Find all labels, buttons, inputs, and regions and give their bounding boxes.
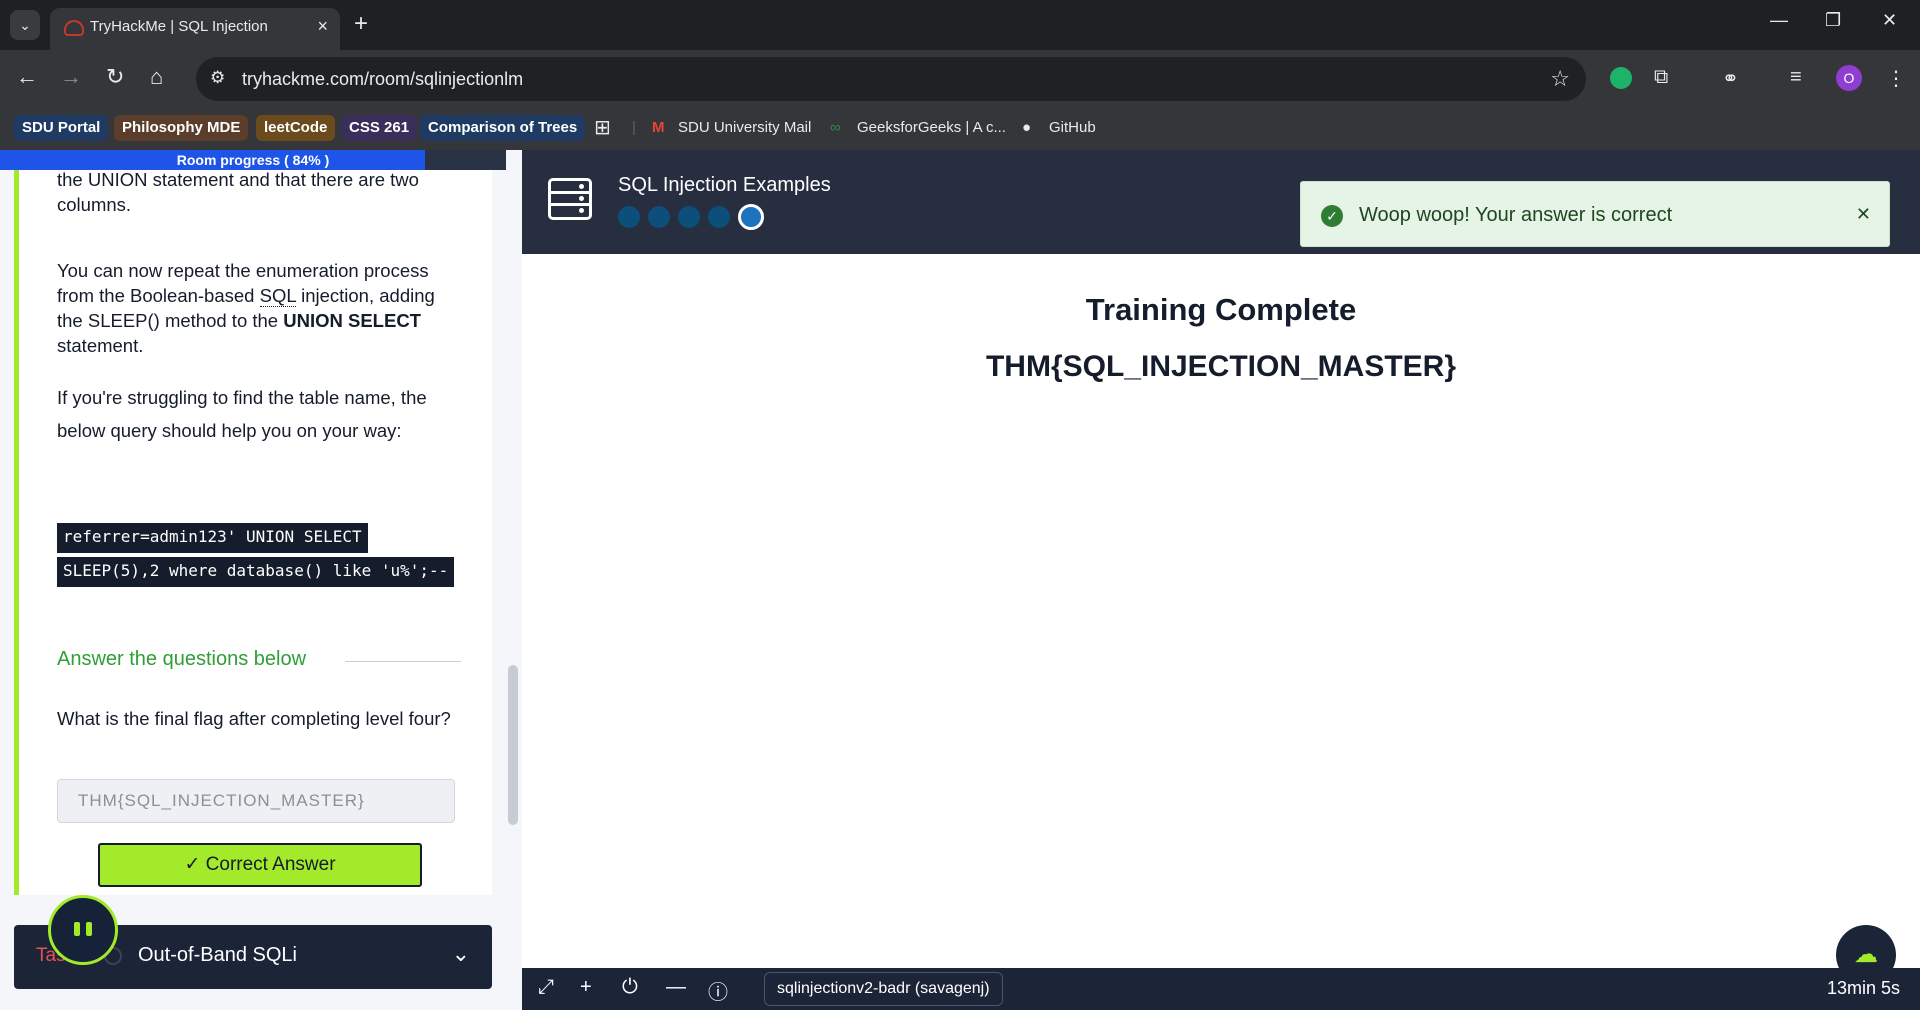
info-icon[interactable]: ⓘ bbox=[708, 976, 728, 1005]
room-progress-label: Room progress ( 84% ) bbox=[176, 152, 330, 168]
extensions-puzzle-icon[interactable]: ⧉ bbox=[1654, 66, 1668, 89]
minimize-view-icon[interactable]: — bbox=[666, 976, 686, 999]
new-tab-icon[interactable]: + bbox=[354, 10, 368, 38]
task-name: Out-of-Band SQLi bbox=[138, 944, 297, 966]
machine-timer: 13min 5s bbox=[1826, 978, 1900, 998]
app-title: SQL Injection Examples bbox=[618, 174, 831, 196]
window-close-icon[interactable]: ✕ bbox=[1882, 10, 1897, 31]
profile-avatar[interactable]: O bbox=[1836, 65, 1862, 91]
tab-search-chevron-icon[interactable]: ⌄ bbox=[10, 10, 40, 40]
flag-text: THM{SQL_INJECTION_MASTER} bbox=[985, 350, 1457, 383]
database-icon bbox=[548, 178, 592, 220]
media-queue-icon[interactable]: ≡ bbox=[1790, 66, 1802, 89]
training-complete-heading: Training Complete bbox=[1085, 292, 1357, 327]
task-paragraph-2: You can now repeat the enumeration proce… bbox=[57, 260, 435, 356]
scrollbar-thumb[interactable] bbox=[508, 665, 518, 825]
app-header: SQL Injection Examples ✓ Woop woop! Your… bbox=[522, 150, 1920, 254]
sql-abbreviation: SQL bbox=[259, 285, 296, 307]
grammarly-extension-icon[interactable] bbox=[1610, 67, 1632, 89]
home-icon[interactable]: ⌂ bbox=[150, 64, 163, 90]
toast-message: Woop woop! Your answer is correct bbox=[1359, 204, 1673, 226]
browser-tabbar: ⌄ TryHackMe | SQL Injection × + — ❐ ✕ bbox=[0, 0, 1920, 50]
back-icon[interactable]: ← bbox=[16, 64, 38, 90]
question-text: What is the final flag after completing … bbox=[57, 708, 451, 729]
bookmark-leetcode[interactable]: leetCode bbox=[256, 115, 336, 141]
task-panel: the UNION statement and that there are t… bbox=[0, 150, 522, 1010]
task-content-card: the UNION statement and that there are t… bbox=[14, 169, 492, 895]
room-progress-bar: Room progress ( 84% ) bbox=[0, 150, 506, 170]
apps-grid-icon[interactable]: ⊞ bbox=[594, 115, 611, 141]
chevron-down-icon[interactable]: ⌄ bbox=[452, 941, 470, 967]
bookmark-star-icon[interactable]: ☆ bbox=[1550, 66, 1570, 92]
level-dot-3[interactable] bbox=[678, 206, 700, 228]
bookmarks-bar: SDU Portal Philosophy MDE leetCode CSS 2… bbox=[0, 108, 1920, 150]
check-icon: ✓ bbox=[184, 854, 206, 875]
browser-menu-icon[interactable]: ⋮ bbox=[1886, 66, 1906, 91]
bookmark-comparison-of-trees[interactable]: Comparison of Trees bbox=[420, 115, 586, 141]
forward-icon[interactable]: → bbox=[60, 64, 82, 90]
task-paragraph-1: the UNION statement and that there are t… bbox=[57, 169, 419, 215]
tab-title: TryHackMe | SQL Injection bbox=[90, 18, 268, 35]
add-time-icon[interactable]: + bbox=[580, 976, 592, 999]
level-dot-5[interactable] bbox=[738, 204, 764, 230]
gmail-icon: M bbox=[652, 119, 665, 136]
answer-input[interactable]: THM{SQL_INJECTION_MASTER} bbox=[57, 779, 455, 823]
correct-answer-button[interactable]: ✓ Correct Answer bbox=[98, 843, 422, 887]
active-tab[interactable]: TryHackMe | SQL Injection × bbox=[50, 8, 340, 50]
success-toast: ✓ Woop woop! Your answer is correct ✕ bbox=[1300, 181, 1890, 247]
browser-toolbar: ← → ↻ ⌂ ⚙ tryhackme.com/room/sqlinjectio… bbox=[0, 50, 1920, 108]
code-line-2: SLEEP(5),2 where database() like 'u%';-- bbox=[57, 557, 455, 587]
bookmark-github[interactable]: GitHub bbox=[1049, 115, 1096, 141]
bookmark-sdu-portal[interactable]: SDU Portal bbox=[14, 115, 109, 141]
link-icon[interactable]: ⚭ bbox=[1722, 66, 1739, 91]
toast-close-icon[interactable]: ✕ bbox=[1856, 204, 1871, 225]
bookmark-css-261[interactable]: CSS 261 bbox=[341, 115, 418, 141]
address-bar[interactable]: ⚙ tryhackme.com/room/sqlinjectionlm ☆ bbox=[196, 57, 1586, 101]
pause-icon bbox=[74, 922, 92, 938]
task-paragraph-3: If you're struggling to find the table n… bbox=[57, 387, 427, 441]
power-icon[interactable]: ⏻ bbox=[622, 976, 638, 999]
tab-close-icon[interactable]: × bbox=[317, 16, 328, 37]
restore-icon[interactable]: ❐ bbox=[1825, 10, 1841, 31]
site-info-icon[interactable]: ⚙ bbox=[210, 68, 225, 88]
answers-divider bbox=[345, 661, 461, 662]
level-dot-4[interactable] bbox=[708, 206, 730, 228]
reload-icon[interactable]: ↻ bbox=[106, 64, 124, 90]
url-text[interactable]: tryhackme.com/room/sqlinjectionlm bbox=[242, 69, 523, 90]
level-dot-2[interactable] bbox=[648, 206, 670, 228]
code-line-1: referrer=admin123' UNION SELECT bbox=[57, 523, 368, 553]
answers-heading: Answer the questions below bbox=[57, 648, 307, 670]
tryhackme-favicon-icon bbox=[64, 20, 84, 36]
bookmark-philosophy-mde[interactable]: Philosophy MDE bbox=[114, 115, 249, 141]
github-icon: ● bbox=[1022, 119, 1032, 136]
bookmarks-divider: | bbox=[632, 119, 636, 136]
machine-name[interactable]: sqlinjectionv2-badr (savagenj) bbox=[764, 972, 1003, 1006]
level-dot-1[interactable] bbox=[618, 206, 640, 228]
machine-controls-bar: ⤢ + ⏻ — ⓘ sqlinjectionv2-badr (savagenj)… bbox=[522, 968, 1920, 1010]
fullscreen-icon[interactable]: ⤢ bbox=[538, 976, 554, 999]
check-circle-icon: ✓ bbox=[1321, 205, 1343, 227]
bookmark-sdu-mail[interactable]: SDU University Mail bbox=[678, 115, 811, 141]
machine-view: SQL Injection Examples ✓ Woop woop! Your… bbox=[522, 150, 1920, 1010]
geeksforgeeks-icon: ∞ bbox=[830, 119, 841, 136]
bookmark-geeksforgeeks[interactable]: GeeksforGeeks | A c... bbox=[857, 115, 1006, 141]
pause-bot-button[interactable] bbox=[48, 895, 118, 965]
minimize-icon[interactable]: — bbox=[1770, 10, 1788, 31]
